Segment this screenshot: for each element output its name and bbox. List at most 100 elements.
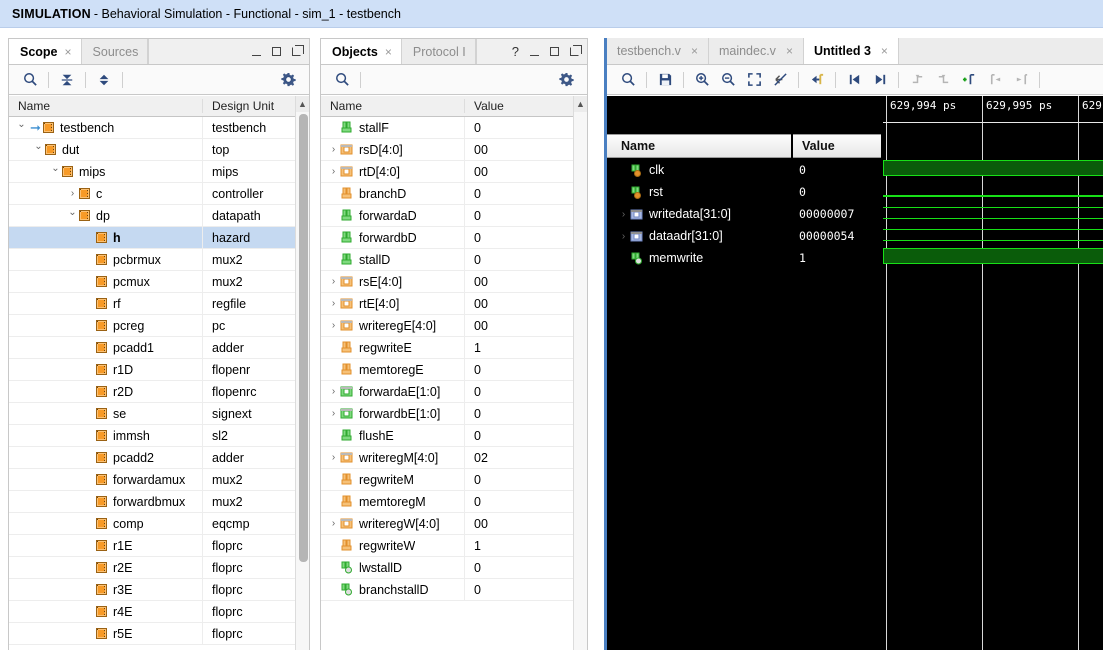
- go-to-start-icon[interactable]: [841, 68, 867, 92]
- scope-tree-row[interactable]: pcreg pc: [9, 314, 295, 337]
- objects-row[interactable]: writeregM[4:0] 02: [321, 446, 573, 469]
- waveform-signal-row[interactable]: rst 0: [607, 181, 881, 203]
- search-icon[interactable]: [329, 68, 355, 92]
- objects-row[interactable]: stallF 0: [321, 117, 573, 139]
- scope-tree-row[interactable]: immsh sl2: [9, 424, 295, 447]
- scope-tree-row[interactable]: rf regfile: [9, 292, 295, 315]
- objects-row[interactable]: regwriteE 1: [321, 336, 573, 359]
- objects-list[interactable]: stallF0rsD[4:0]00rtD[4:0]00branchD0forwa…: [321, 117, 573, 650]
- scope-tree-row[interactable]: r2E floprc: [9, 556, 295, 579]
- next-transition-icon[interactable]: [930, 68, 956, 92]
- settings-gear-icon[interactable]: [275, 68, 301, 92]
- tab-untitled-3[interactable]: Untitled 3 ×: [803, 38, 899, 64]
- objects-row[interactable]: flushE 0: [321, 424, 573, 447]
- chevron-right-icon[interactable]: [327, 144, 340, 155]
- close-icon[interactable]: ×: [65, 46, 72, 58]
- chevron-right-icon[interactable]: [327, 452, 340, 463]
- objects-row[interactable]: rsE[4:0] 00: [321, 270, 573, 293]
- objects-row[interactable]: branchstallD 0: [321, 578, 573, 601]
- chevron-right-icon[interactable]: [327, 298, 340, 309]
- scroll-up-icon[interactable]: ▲: [574, 96, 587, 112]
- chevron-right-icon[interactable]: [327, 408, 340, 419]
- close-icon[interactable]: ×: [385, 46, 392, 58]
- collapse-all-icon[interactable]: [54, 68, 80, 92]
- save-icon[interactable]: [652, 68, 678, 92]
- chevron-right-icon[interactable]: [327, 518, 340, 529]
- chevron-right-icon[interactable]: [327, 276, 340, 287]
- scope-tree-row[interactable]: dp datapath: [9, 204, 295, 227]
- chevron-down-icon[interactable]: [66, 210, 79, 221]
- scope-tree-row[interactable]: r1E floprc: [9, 534, 295, 557]
- objects-row[interactable]: regwriteW 1: [321, 534, 573, 557]
- chevron-right-icon[interactable]: [617, 231, 630, 242]
- tab-testbench-v[interactable]: testbench.v ×: [607, 38, 709, 64]
- close-icon[interactable]: ×: [786, 44, 793, 58]
- scope-tree-row[interactable]: r1D flopenr: [9, 358, 295, 381]
- scope-vertical-scrollbar[interactable]: ▲: [295, 96, 309, 650]
- objects-row[interactable]: writeregE[4:0] 00: [321, 314, 573, 337]
- objects-row[interactable]: stallD 0: [321, 248, 573, 271]
- close-icon[interactable]: ×: [691, 44, 698, 58]
- waveform-canvas[interactable]: 629,994 ps 629,995 ps 629,: [883, 96, 1103, 650]
- waveform-divider[interactable]: [791, 96, 793, 650]
- zoom-fit-icon[interactable]: [741, 68, 767, 92]
- objects-row[interactable]: writeregW[4:0] 00: [321, 512, 573, 535]
- chevron-down-icon[interactable]: [32, 144, 45, 155]
- waveform-signal-row[interactable]: memwrite 1: [607, 247, 881, 269]
- tab-maindec-v[interactable]: maindec.v ×: [709, 38, 804, 64]
- scope-tree-row[interactable]: mips mips: [9, 160, 295, 183]
- chevron-down-icon[interactable]: [49, 166, 62, 177]
- chevron-right-icon[interactable]: [617, 209, 630, 220]
- expand-collapse-icon[interactable]: [91, 68, 117, 92]
- scope-tree-row[interactable]: se signext: [9, 402, 295, 425]
- tab-sources[interactable]: Sources: [81, 39, 149, 64]
- search-icon[interactable]: [17, 68, 43, 92]
- maximize-icon[interactable]: [272, 47, 281, 56]
- scope-tree-row[interactable]: pcmux mux2: [9, 270, 295, 293]
- tab-protocol-instances[interactable]: Protocol I: [401, 39, 476, 64]
- scope-tree-row[interactable]: r5E floprc: [9, 622, 295, 645]
- waveform-signal-row[interactable]: dataadr[31:0] 00000054: [607, 225, 881, 247]
- waveform-signal-list[interactable]: clk 0 rst 0 writedata[31:0] 00000007 dataadr[3…: [607, 159, 881, 269]
- scope-tree-row[interactable]: c controller: [9, 182, 295, 205]
- go-to-end-icon[interactable]: [867, 68, 893, 92]
- scope-tree-row[interactable]: dut top: [9, 138, 295, 161]
- search-icon[interactable]: [615, 68, 641, 92]
- scope-tree-row[interactable]: forwardbmux mux2: [9, 490, 295, 513]
- objects-row[interactable]: lwstallD 0: [321, 556, 573, 579]
- scope-tree-row[interactable]: pcadd1 adder: [9, 336, 295, 359]
- waveform-divider-2[interactable]: [881, 96, 883, 650]
- chevron-right-icon[interactable]: [327, 166, 340, 177]
- tab-objects[interactable]: Objects ×: [321, 39, 402, 64]
- float-icon[interactable]: [570, 45, 582, 56]
- chevron-down-icon[interactable]: [15, 122, 28, 133]
- minimize-icon[interactable]: [252, 48, 261, 56]
- float-icon[interactable]: [292, 45, 304, 56]
- objects-row[interactable]: forwardaE[1:0] 0: [321, 380, 573, 403]
- objects-row[interactable]: rtE[4:0] 00: [321, 292, 573, 315]
- help-icon[interactable]: ?: [512, 45, 519, 58]
- objects-row[interactable]: forwardbD 0: [321, 226, 573, 249]
- objects-row[interactable]: memtoregM 0: [321, 490, 573, 513]
- chevron-right-icon[interactable]: [66, 188, 79, 199]
- zoom-cancel-icon[interactable]: [767, 68, 793, 92]
- scope-tree-row[interactable]: forwardamux mux2: [9, 468, 295, 491]
- close-icon[interactable]: ×: [881, 44, 888, 58]
- prev-transition-icon[interactable]: [904, 68, 930, 92]
- scope-tree-row[interactable]: r2D flopenrc: [9, 380, 295, 403]
- scope-tree-row[interactable]: pcbrmux mux2: [9, 248, 295, 271]
- objects-row[interactable]: memtoregE 0: [321, 358, 573, 381]
- chevron-right-icon[interactable]: [327, 320, 340, 331]
- scrollbar-thumb[interactable]: [299, 114, 308, 562]
- waveform-signal-row[interactable]: clk 0: [607, 159, 881, 181]
- objects-row[interactable]: rtD[4:0] 00: [321, 160, 573, 183]
- scope-tree-row[interactable]: r3E floprc: [9, 578, 295, 601]
- objects-row[interactable]: branchD 0: [321, 182, 573, 205]
- minimize-icon[interactable]: [530, 48, 539, 56]
- scope-tree-row[interactable]: comp eqcmp: [9, 512, 295, 535]
- scope-tree-row[interactable]: r4E floprc: [9, 600, 295, 623]
- add-marker-icon[interactable]: [956, 68, 982, 92]
- zoom-in-icon[interactable]: [689, 68, 715, 92]
- snap-to-transition-icon[interactable]: [804, 68, 830, 92]
- tab-scope[interactable]: Scope ×: [9, 39, 82, 64]
